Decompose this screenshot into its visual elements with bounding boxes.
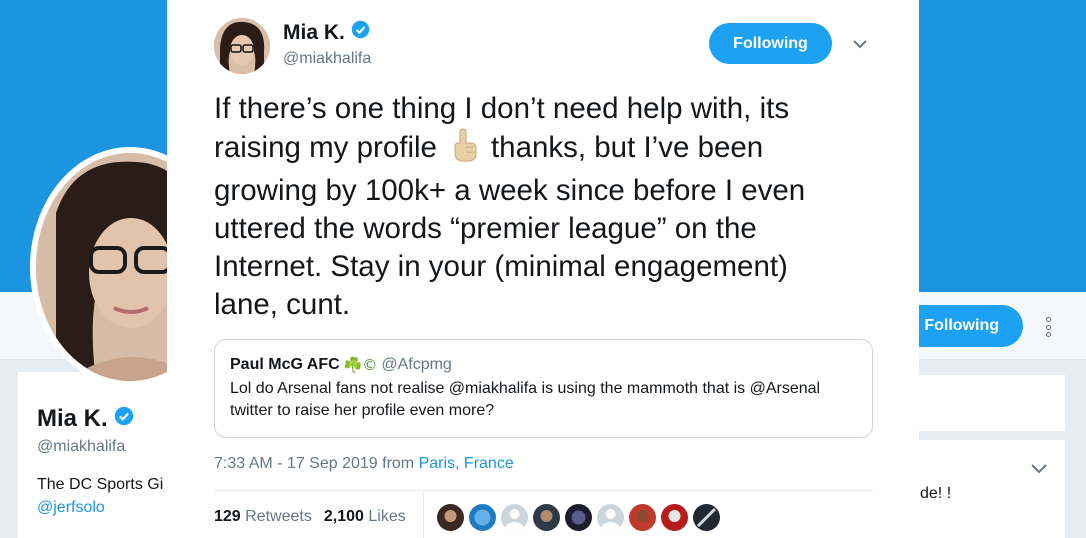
retweets-label: Retweets xyxy=(245,508,312,525)
quoted-tweet-text: Lol do Arsenal fans not realise @miakhal… xyxy=(230,380,821,419)
likes-stat[interactable]: 2,100 Likes xyxy=(324,508,406,526)
author-name-text[interactable]: Mia K. xyxy=(283,21,345,45)
liker-avatar[interactable] xyxy=(469,504,496,531)
likes-label: Likes xyxy=(368,508,406,525)
author-avatar[interactable] xyxy=(214,18,270,74)
more-options-icon[interactable] xyxy=(1038,314,1058,340)
liker-avatar[interactable] xyxy=(629,504,656,531)
tweet-line: lane, cunt. xyxy=(214,288,351,321)
chevron-down-icon[interactable] xyxy=(852,36,868,54)
likers-avatar-list xyxy=(437,504,720,531)
quoted-author-name: Paul McG AFC xyxy=(230,356,340,373)
chevron-down-icon[interactable] xyxy=(1030,462,1048,480)
shamrock-emoji: ☘️© xyxy=(343,356,378,374)
liker-avatar[interactable] xyxy=(693,504,720,531)
author-handle[interactable]: @miakhalifa xyxy=(283,50,371,68)
tweet-time: 7:33 AM - 17 Sep 2019 from xyxy=(214,455,415,472)
author-name[interactable]: Mia K. xyxy=(283,20,370,45)
liker-avatar[interactable] xyxy=(661,504,688,531)
liker-avatar[interactable] xyxy=(533,504,560,531)
tweet-line: raising my profile thanks, but I’ve been xyxy=(214,128,894,172)
following-button[interactable]: Following xyxy=(709,23,832,64)
liker-avatar[interactable] xyxy=(501,504,528,531)
tweet-line-prefix: raising my profile xyxy=(214,131,437,164)
profile-name-text: Mia K. xyxy=(37,405,108,432)
tweet-stats: 129 Retweets 2,100 Likes xyxy=(214,508,406,526)
background-text-fragment: de! ! xyxy=(920,485,952,502)
side-card xyxy=(905,375,1065,431)
tweet-modal: Mia K. @miakhalifa Following If there’s … xyxy=(167,0,919,538)
quoted-tweet[interactable]: Paul McG AFC ☘️© @Afcpmg Lol do Arsenal … xyxy=(214,339,873,438)
tweet-line-rest: thanks, but I’ve been xyxy=(490,131,764,164)
liker-avatar[interactable] xyxy=(597,504,624,531)
tweet-line: Internet. Stay in your (minimal engageme… xyxy=(214,250,788,283)
pointing-up-emoji-icon xyxy=(447,128,481,172)
profile-name: Mia K. xyxy=(37,405,134,433)
tweet-line: uttered the words “premier league” on th… xyxy=(214,212,757,245)
liker-avatar[interactable] xyxy=(437,504,464,531)
profile-bio: The DC Sports Gi xyxy=(37,476,164,493)
likes-count: 2,100 xyxy=(323,508,364,525)
liker-avatar[interactable] xyxy=(565,504,592,531)
tweet-line: growing by 100k+ a week since before I e… xyxy=(214,174,806,207)
tweet-line: If there’s one thing I don’t need help w… xyxy=(214,92,790,125)
tweet-location-link[interactable]: Paris, France xyxy=(419,455,514,472)
verified-badge-icon xyxy=(114,405,134,433)
retweets-count: 129 xyxy=(214,508,241,525)
tweet-timestamp: 7:33 AM - 17 Sep 2019 from Paris, France xyxy=(214,455,514,473)
quoted-tweet-header: Paul McG AFC ☘️© @Afcpmg xyxy=(230,356,857,374)
quoted-author-handle: @Afcpmg xyxy=(381,356,452,373)
retweets-stat[interactable]: 129 Retweets xyxy=(214,508,312,526)
verified-badge-icon xyxy=(351,20,370,45)
divider xyxy=(423,491,424,538)
divider xyxy=(214,490,873,491)
tweet-text: If there’s one thing I don’t need help w… xyxy=(214,90,894,324)
profile-handle: @miakhalifa xyxy=(37,438,126,455)
profile-bio-link[interactable]: @jerfsolo xyxy=(37,499,105,517)
